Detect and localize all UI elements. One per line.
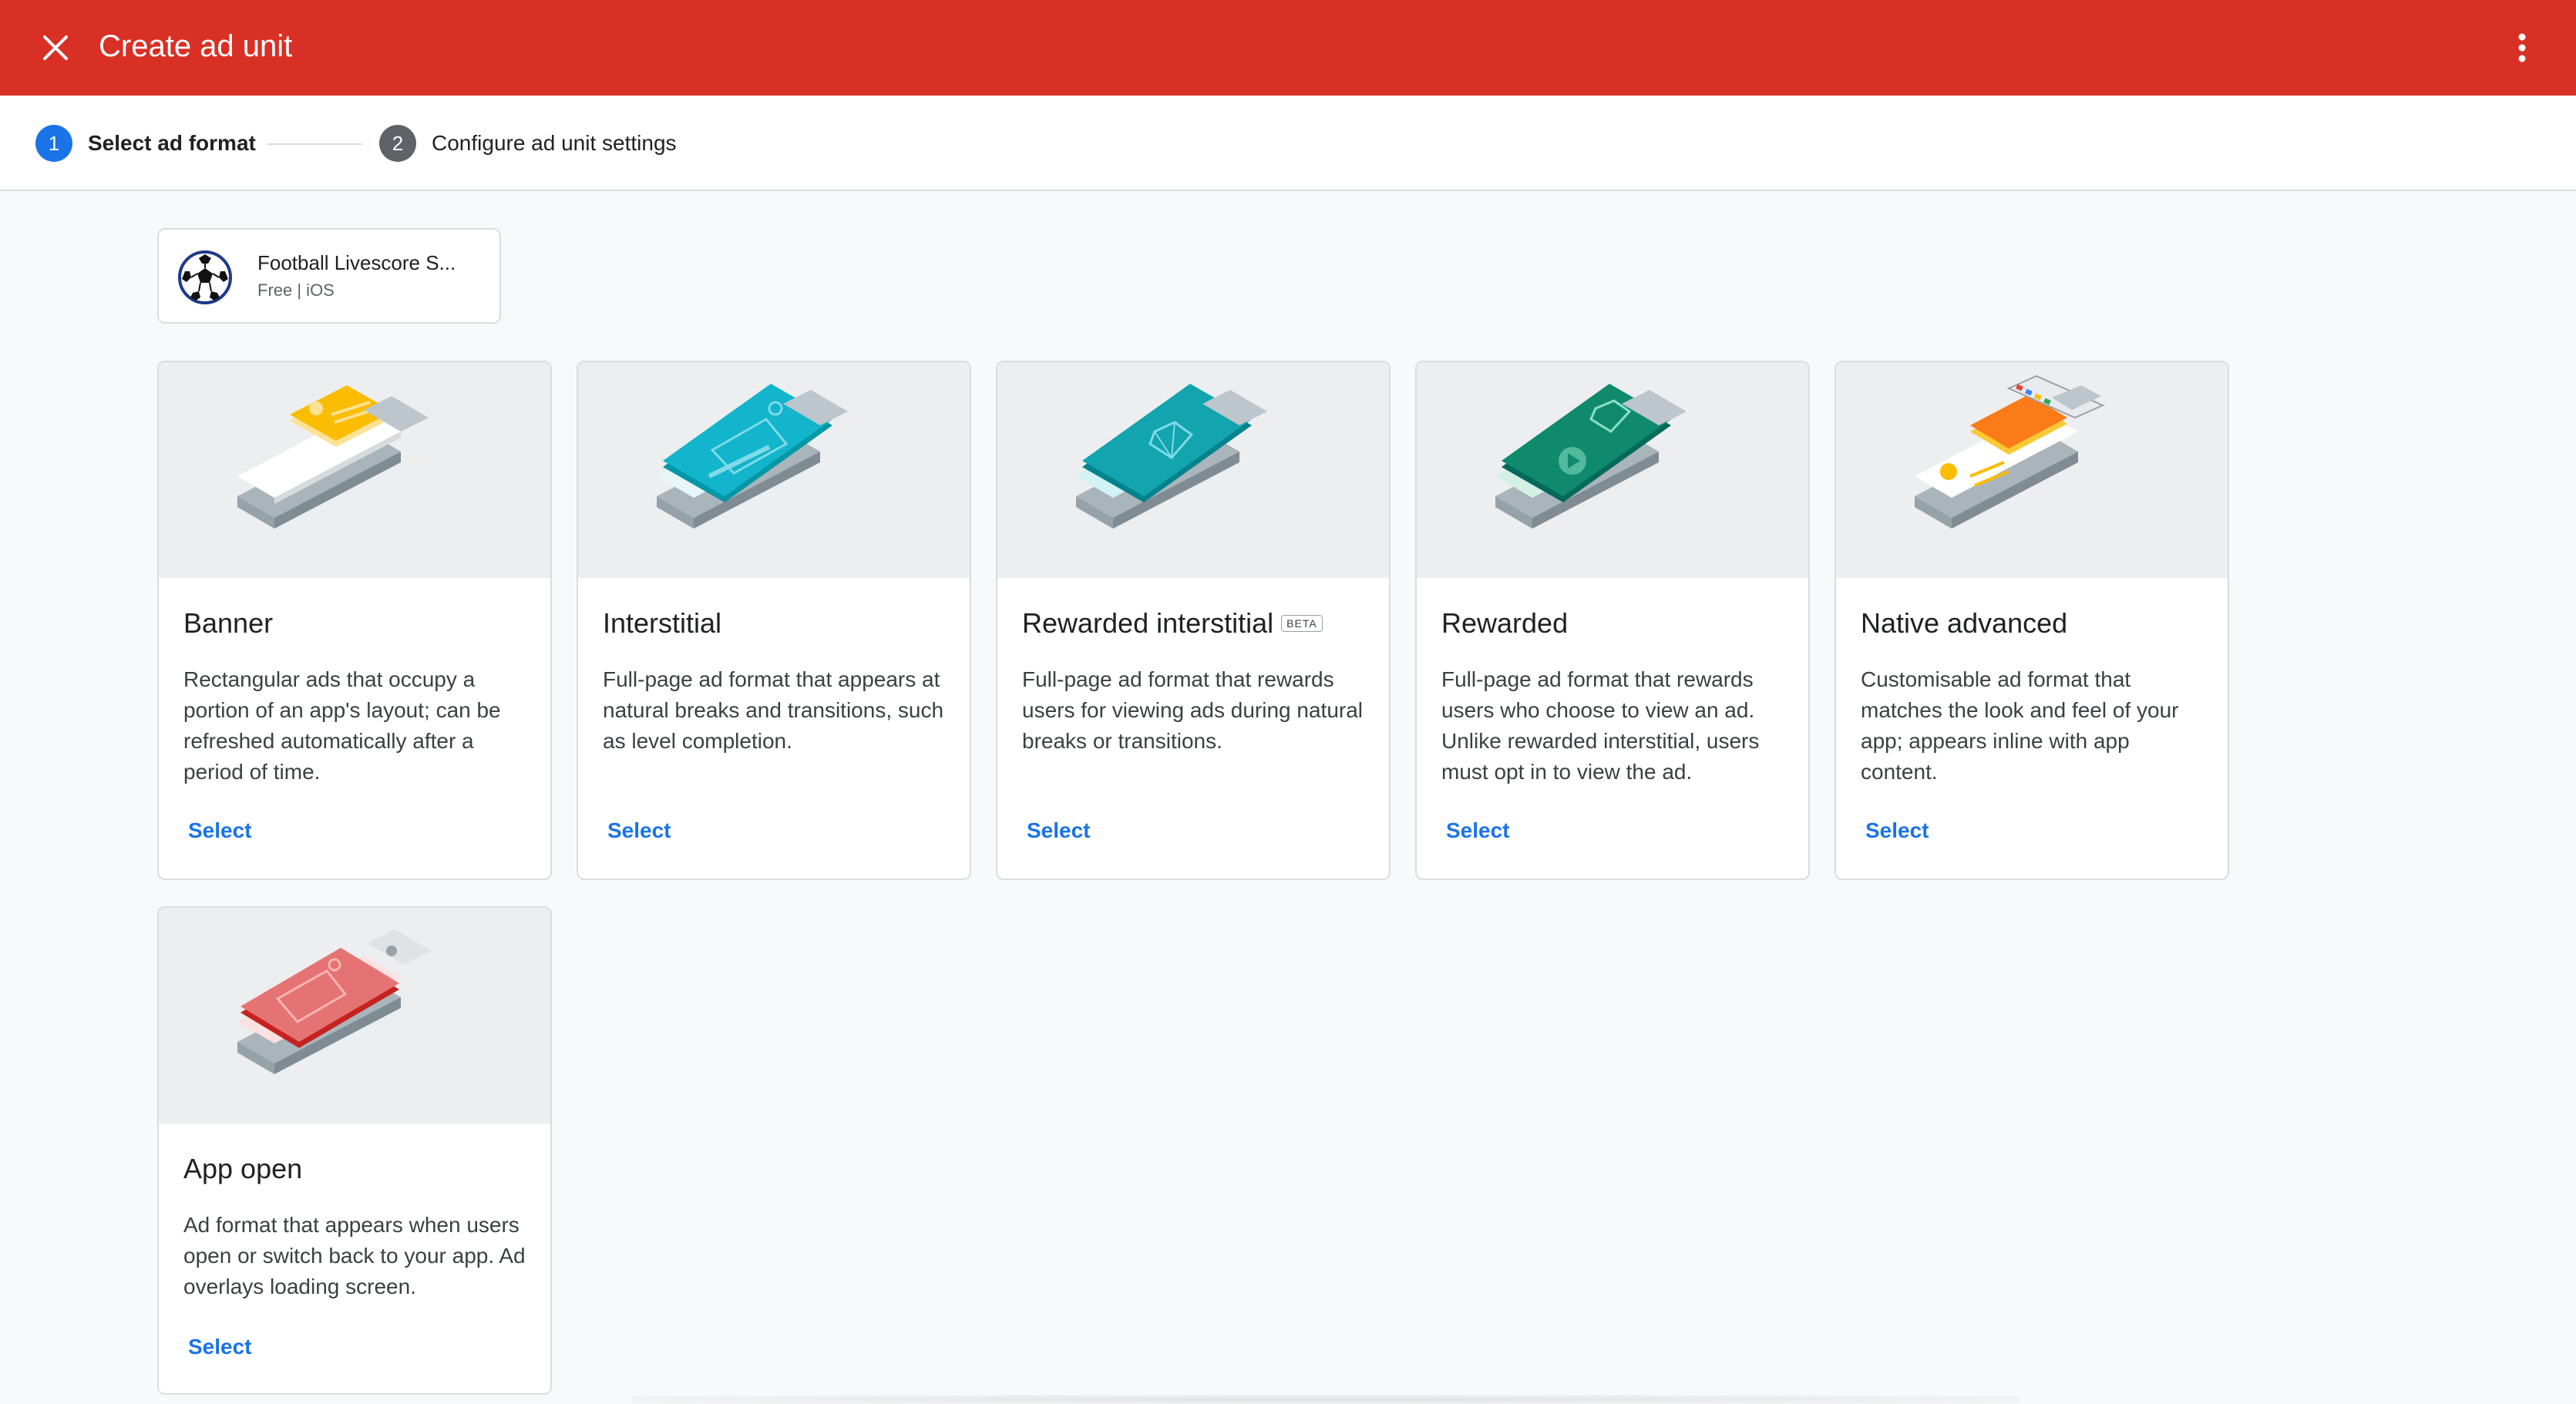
close-button[interactable] (31, 23, 80, 72)
card-title: App open (183, 1153, 303, 1184)
app-platform: Free | iOS (257, 280, 335, 300)
card-title: Interstitial (603, 607, 722, 639)
rewarded-illustration (1417, 362, 1808, 578)
soccer-ball-icon (178, 250, 232, 304)
format-card-banner[interactable]: Banner Rectangular ads that occupy a por… (157, 361, 552, 880)
select-rewarded-button[interactable]: Select (1435, 812, 1521, 849)
select-native-advanced-button[interactable]: Select (1855, 812, 1940, 849)
card-description: Customisable ad format that matches the … (1861, 667, 2179, 784)
step-number: 1 (35, 125, 72, 162)
card-description: Full-page ad format that appears at natu… (603, 667, 944, 753)
rewarded-interstitial-illustration (997, 362, 1389, 578)
close-icon (43, 35, 68, 60)
format-card-rewarded-interstitial[interactable]: Rewarded interstitial BETA Full-page ad … (996, 361, 1391, 880)
format-card-app-open[interactable]: App open Ad format that appears when use… (157, 906, 552, 1395)
card-description: Rectangular ads that occupy a portion of… (183, 667, 501, 784)
stepper: 1 Select ad format 2 Configure ad unit s… (0, 96, 2576, 191)
format-card-interstitial[interactable]: Interstitial Full-page ad format that ap… (577, 361, 971, 880)
app-name: Football Livescore S... (257, 251, 456, 274)
card-title: Banner (183, 607, 274, 639)
step-label: Select ad format (88, 131, 256, 155)
interstitial-illustration (578, 362, 970, 578)
page-title: Create ad unit (99, 29, 293, 63)
banner-illustration (159, 362, 550, 578)
card-title: Native advanced (1861, 607, 2068, 639)
format-card-native-advanced[interactable]: Native advanced Customisable ad format t… (1834, 361, 2229, 880)
native-advanced-illustration (1836, 362, 2228, 578)
app-open-illustration (159, 908, 550, 1124)
card-title: Rewarded interstitial BETA (1022, 607, 1323, 640)
select-interstitial-button[interactable]: Select (597, 812, 682, 849)
step-number: 2 (379, 125, 416, 162)
app-selector-chip[interactable]: Football Livescore S... Free | iOS (157, 228, 501, 324)
card-description: Full-page ad format that rewards users f… (1022, 667, 1364, 753)
step-connector (267, 143, 362, 145)
select-banner-button[interactable]: Select (177, 812, 263, 849)
format-card-rewarded[interactable]: Rewarded Full-page ad format that reward… (1415, 361, 1810, 880)
step-select-ad-format[interactable]: 1 Select ad format (35, 125, 256, 162)
select-app-open-button[interactable]: Select (177, 1328, 263, 1365)
beta-badge: BETA (1281, 615, 1323, 632)
app-bar: Create ad unit (0, 0, 2576, 96)
more-vert-icon (2518, 33, 2526, 62)
select-rewarded-interstitial-button[interactable]: Select (1016, 812, 1101, 849)
step-configure-settings[interactable]: 2 Configure ad unit settings (379, 125, 677, 162)
more-options-button[interactable] (2497, 23, 2547, 72)
card-description: Ad format that appears when users open o… (183, 1213, 526, 1298)
step-label: Configure ad unit settings (432, 131, 677, 155)
card-description: Full-page ad format that rewards users w… (1441, 667, 1760, 784)
bottom-sheet-shadow (632, 1395, 2019, 1404)
card-title: Rewarded (1441, 607, 1569, 639)
